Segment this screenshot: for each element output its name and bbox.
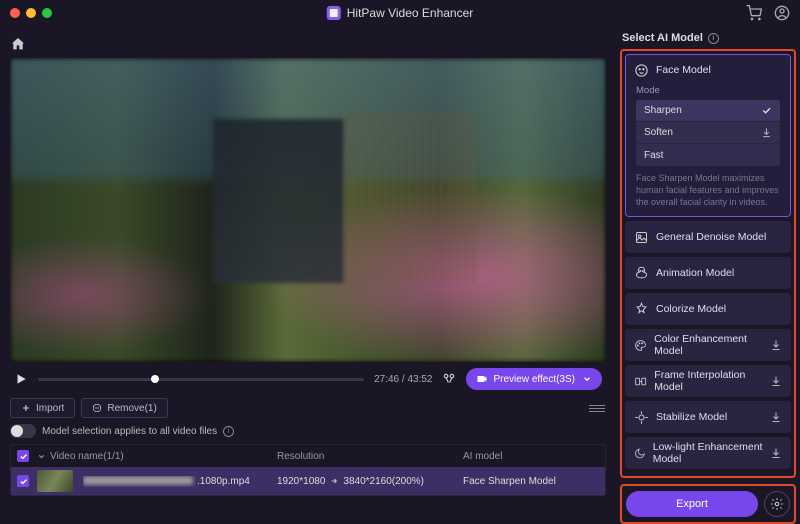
apply-all-toggle[interactable] bbox=[10, 424, 36, 438]
download-icon[interactable] bbox=[770, 447, 782, 459]
mode-options: Sharpen Soften Fast bbox=[636, 100, 780, 166]
download-icon[interactable] bbox=[770, 339, 782, 351]
download-icon[interactable] bbox=[770, 411, 782, 423]
model-label: Animation Model bbox=[656, 267, 734, 279]
row-checkbox[interactable] bbox=[17, 475, 29, 487]
face-icon bbox=[634, 63, 649, 78]
seek-slider[interactable] bbox=[38, 378, 364, 381]
app-title-text: HitPaw Video Enhancer bbox=[347, 6, 474, 20]
import-label: Import bbox=[36, 403, 64, 414]
panel-title: Select AI Model i bbox=[620, 32, 796, 44]
animation-icon bbox=[634, 266, 649, 281]
model-card-colorize[interactable]: Colorize Model bbox=[625, 293, 791, 325]
mode-label: Mode bbox=[636, 85, 780, 96]
row-model: Face Sharpen Model bbox=[463, 476, 599, 487]
model-card-frame-interpolation[interactable]: Frame Interpolation Model bbox=[625, 365, 791, 397]
video-preview[interactable] bbox=[10, 58, 606, 362]
export-button[interactable]: Export bbox=[626, 491, 758, 517]
account-icon[interactable] bbox=[774, 5, 790, 21]
traffic-lights bbox=[10, 8, 52, 18]
colorize-icon bbox=[634, 302, 649, 317]
arrow-right-icon bbox=[329, 477, 339, 485]
video-filename: .1080p.mp4 bbox=[83, 476, 250, 487]
model-description: Face Sharpen Model maximizes human facia… bbox=[636, 172, 780, 208]
palette-icon bbox=[634, 338, 647, 353]
app-logo-icon bbox=[327, 6, 341, 20]
titlebar: HitPaw Video Enhancer bbox=[0, 0, 800, 26]
col-model-header: AI model bbox=[463, 451, 599, 462]
export-settings-button[interactable] bbox=[764, 491, 790, 517]
check-icon bbox=[761, 105, 772, 116]
info-icon[interactable]: i bbox=[708, 33, 719, 44]
model-label: Frame Interpolation Model bbox=[654, 369, 763, 393]
model-card-animation[interactable]: Animation Model bbox=[625, 257, 791, 289]
play-button[interactable] bbox=[14, 372, 28, 386]
model-label: General Denoise Model bbox=[656, 231, 766, 243]
model-card-lowlight[interactable]: Low-light Enhancement Model bbox=[625, 437, 791, 469]
export-area: Export bbox=[620, 484, 796, 524]
import-button[interactable]: Import bbox=[10, 398, 75, 418]
lowlight-icon bbox=[634, 446, 646, 461]
download-icon[interactable] bbox=[770, 375, 782, 387]
option-fast[interactable]: Fast bbox=[636, 144, 780, 166]
stabilize-icon bbox=[634, 410, 649, 425]
model-label: Face Model bbox=[656, 64, 711, 76]
model-label: Stabilize Model bbox=[656, 411, 727, 423]
model-card-stabilize[interactable]: Stabilize Model bbox=[625, 401, 791, 433]
resolution-to: 3840*2160(200%) bbox=[343, 476, 424, 487]
model-label: Color Enhancement Model bbox=[654, 333, 763, 357]
player-controls: 27:46 / 43:52 Preview effect(3S) bbox=[10, 362, 606, 398]
video-thumbnail bbox=[37, 470, 73, 492]
preview-effect-button[interactable]: Preview effect(3S) bbox=[466, 368, 602, 390]
model-label: Colorize Model bbox=[656, 303, 726, 315]
gear-icon bbox=[770, 497, 784, 511]
info-icon[interactable]: i bbox=[223, 426, 234, 437]
list-collapse-icon[interactable] bbox=[588, 401, 606, 415]
download-icon[interactable] bbox=[761, 127, 772, 138]
denoise-icon bbox=[634, 230, 649, 245]
select-all-checkbox[interactable] bbox=[17, 450, 29, 462]
table-row[interactable]: .1080p.mp4 1920*1080 3840*2160(200%) Fac… bbox=[11, 467, 605, 495]
app-title: HitPaw Video Enhancer bbox=[327, 6, 474, 20]
option-soften[interactable]: Soften bbox=[636, 122, 780, 144]
apply-all-label: Model selection applies to all video fil… bbox=[42, 426, 217, 437]
col-resolution-header: Resolution bbox=[277, 451, 463, 462]
model-card-color-enhancement[interactable]: Color Enhancement Model bbox=[625, 329, 791, 361]
cart-icon[interactable] bbox=[746, 5, 762, 21]
time-display: 27:46 / 43:52 bbox=[374, 374, 432, 385]
maximize-window-button[interactable] bbox=[42, 8, 52, 18]
remove-label: Remove(1) bbox=[107, 403, 156, 414]
home-icon[interactable] bbox=[10, 36, 26, 52]
model-card-denoise[interactable]: General Denoise Model bbox=[625, 221, 791, 253]
minimize-window-button[interactable] bbox=[26, 8, 36, 18]
models-list: Face Model Mode Sharpen Soften bbox=[620, 49, 796, 478]
chevron-down-icon bbox=[37, 452, 46, 461]
resolution-from: 1920*1080 bbox=[277, 476, 325, 487]
compare-icon[interactable] bbox=[442, 372, 456, 386]
close-window-button[interactable] bbox=[10, 8, 20, 18]
remove-button[interactable]: Remove(1) bbox=[81, 398, 167, 418]
model-label: Low-light Enhancement Model bbox=[653, 441, 763, 465]
option-sharpen[interactable]: Sharpen bbox=[636, 100, 780, 122]
preview-effect-label: Preview effect(3S) bbox=[493, 374, 575, 385]
col-name-header: Video name(1/1) bbox=[50, 451, 124, 462]
frames-icon bbox=[634, 374, 647, 389]
table-header: Video name(1/1) Resolution AI model bbox=[11, 445, 605, 467]
model-card-face[interactable]: Face Model Mode Sharpen Soften bbox=[625, 54, 791, 217]
video-table: Video name(1/1) Resolution AI model .108… bbox=[10, 444, 606, 496]
